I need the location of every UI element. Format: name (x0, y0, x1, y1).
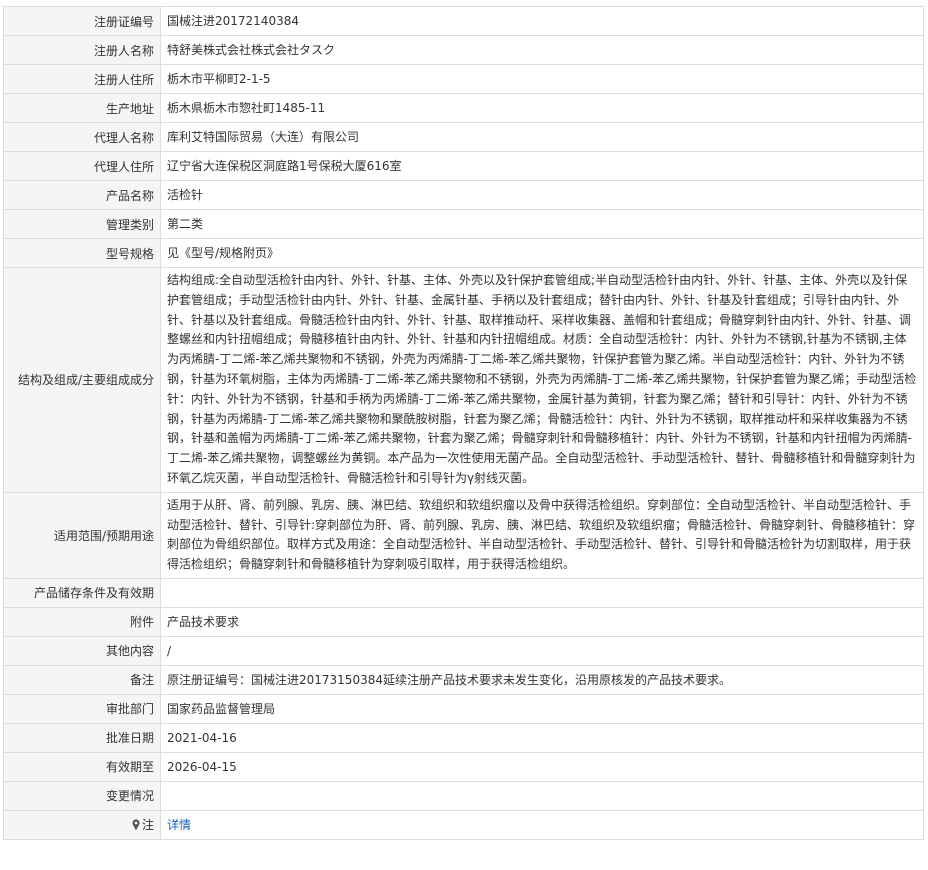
row-label: 附件 (3, 606, 161, 637)
row-value: 国家药品监督管理局 (160, 693, 924, 724)
row-value: 辽宁省大连保税区洞庭路1号保税大厦616室 (160, 151, 924, 181)
row-value: 2026-04-15 (160, 751, 924, 782)
row-value: 库利艾特国际贸易（大连）有限公司 (160, 122, 924, 152)
row-value: 产品技术要求 (160, 606, 924, 637)
row-label: 审批部门 (3, 693, 161, 724)
row-label: 代理人住所 (3, 151, 161, 181)
row-label: 其他内容 (3, 635, 161, 666)
row-value: 国械注进20172140384 (160, 6, 924, 36)
row-value: 2021-04-16 (160, 722, 924, 753)
row-agent-address: 代理人住所 辽宁省大连保税区洞庭路1号保税大厦616室 (3, 151, 924, 181)
row-value: 栃木県栃木市惣社町1485-11 (160, 93, 924, 123)
row-label: 变更情况 (3, 780, 161, 811)
row-remarks: 备注 原注册证编号：国械注进20173150384延续注册产品技术要求未发生变化… (3, 664, 924, 695)
row-product-name: 产品名称 活检针 (3, 180, 924, 210)
row-label: 注 (3, 809, 161, 840)
row-label: 备注 (3, 664, 161, 695)
row-model-spec: 型号规格 见《型号/规格附页》 (3, 238, 924, 268)
row-label: 生产地址 (3, 93, 161, 123)
row-value: 结构组成:全自动型活检针由内针、外针、针基、主体、外壳以及针保护套管组成;半自动… (160, 267, 924, 493)
row-approval-department: 审批部门 国家药品监督管理局 (3, 693, 924, 724)
row-storage-conditions: 产品储存条件及有效期 (3, 577, 924, 608)
row-registrant-address: 注册人住所 栃木市平柳町2-1-5 (3, 64, 924, 94)
row-label: 代理人名称 (3, 122, 161, 152)
row-label: 注册人名称 (3, 35, 161, 65)
row-value: 第二类 (160, 209, 924, 239)
row-label: 结构及组成/主要组成成分 (3, 267, 161, 493)
row-value: / (160, 635, 924, 666)
row-label: 型号规格 (3, 238, 161, 268)
row-registrant-name: 注册人名称 特舒美株式会社株式会社タスク (3, 35, 924, 65)
row-label: 注册证编号 (3, 6, 161, 36)
row-label: 有效期至 (3, 751, 161, 782)
details-link[interactable]: 详情 (167, 818, 191, 832)
row-value: 特舒美株式会社株式会社タスク (160, 35, 924, 65)
row-value: 活检针 (160, 180, 924, 210)
row-approval-date: 批准日期 2021-04-16 (3, 722, 924, 753)
row-label: 管理类别 (3, 209, 161, 239)
row-management-class: 管理类别 第二类 (3, 209, 924, 239)
row-intended-use: 适用范围/预期用途 适用于从肝、肾、前列腺、乳房、胰、淋巴结、软组织和软组织瘤以… (3, 491, 924, 579)
row-label: 批准日期 (3, 722, 161, 753)
registration-detail-panel: 注册证编号 国械注进20172140384 注册人名称 特舒美株式会社株式会社タ… (0, 0, 928, 840)
row-label: 产品储存条件及有效期 (3, 577, 161, 608)
row-label: 适用范围/预期用途 (3, 491, 161, 579)
row-value (160, 780, 924, 811)
row-registration-number: 注册证编号 国械注进20172140384 (3, 6, 924, 36)
row-value: 详情 (160, 809, 924, 840)
pin-icon (131, 819, 141, 831)
row-production-address: 生产地址 栃木県栃木市惣社町1485-11 (3, 93, 924, 123)
row-label: 注册人住所 (3, 64, 161, 94)
row-note: 注 详情 (3, 809, 924, 840)
row-valid-until: 有效期至 2026-04-15 (3, 751, 924, 782)
row-other-content: 其他内容 / (3, 635, 924, 666)
row-value: 原注册证编号：国械注进20173150384延续注册产品技术要求未发生变化，沿用… (160, 664, 924, 695)
note-label: 注 (141, 818, 154, 833)
row-label: 产品名称 (3, 180, 161, 210)
row-value: 见《型号/规格附页》 (160, 238, 924, 268)
row-change-status: 变更情况 (3, 780, 924, 811)
row-value (160, 577, 924, 608)
row-agent-name: 代理人名称 库利艾特国际贸易（大连）有限公司 (3, 122, 924, 152)
row-attachment: 附件 产品技术要求 (3, 606, 924, 637)
row-value: 适用于从肝、肾、前列腺、乳房、胰、淋巴结、软组织和软组织瘤以及骨中获得活检组织。… (160, 491, 924, 579)
row-value: 栃木市平柳町2-1-5 (160, 64, 924, 94)
registration-table: 注册证编号 国械注进20172140384 注册人名称 特舒美株式会社株式会社タ… (3, 6, 924, 840)
row-structure-composition: 结构及组成/主要组成成分 结构组成:全自动型活检针由内针、外针、针基、主体、外壳… (3, 267, 924, 493)
